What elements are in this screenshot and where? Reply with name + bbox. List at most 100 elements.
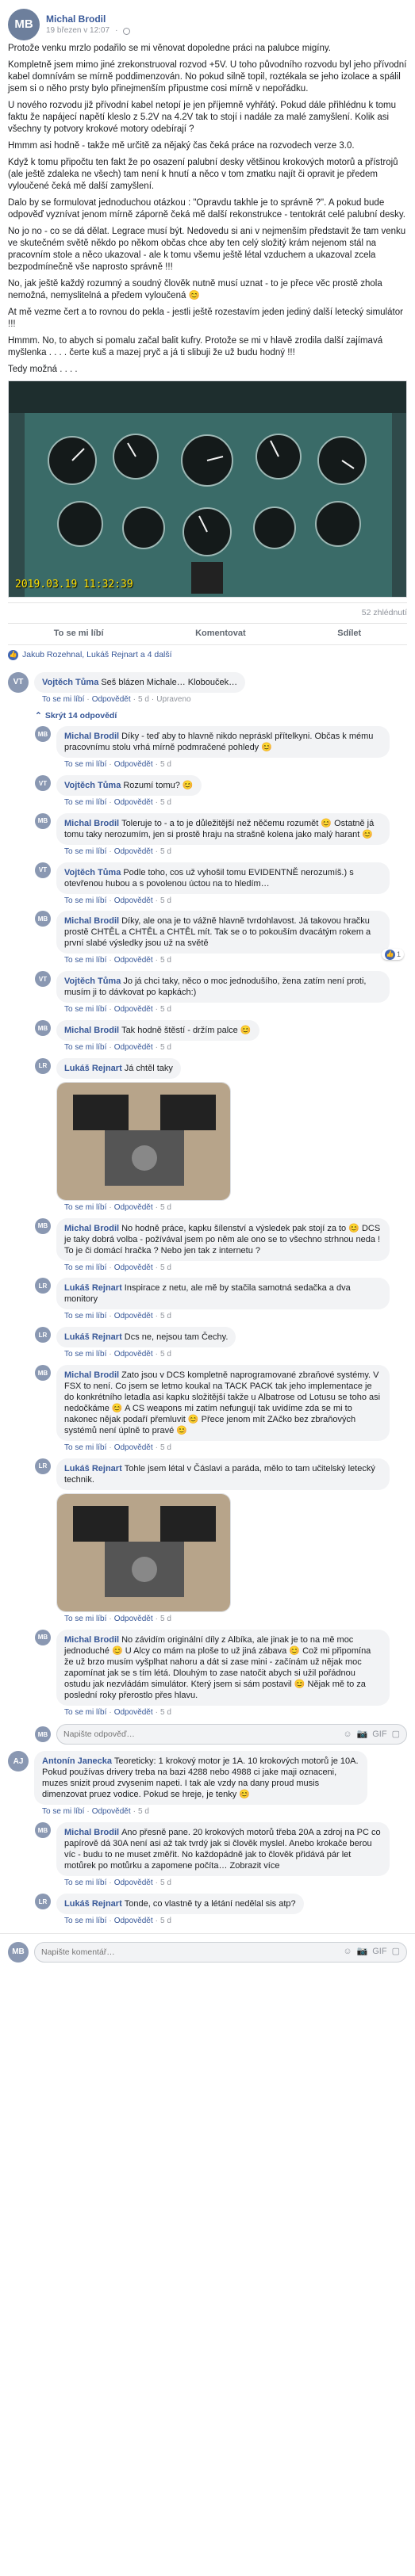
comment-reply-link[interactable]: Odpovědět bbox=[114, 798, 153, 807]
reaction-count[interactable]: 👍 1 bbox=[381, 949, 404, 961]
camera-icon[interactable]: 📷 bbox=[357, 1729, 368, 1741]
likes-text[interactable]: Jakub Rozehnal, Lukáš Rejnart a 4 další bbox=[22, 649, 172, 660]
comment-reply-link[interactable]: Odpovědět bbox=[114, 847, 153, 856]
commenter-name[interactable]: Michal Brodil bbox=[64, 1370, 119, 1380]
likes-summary[interactable]: 👍 Jakub Rozehnal, Lukáš Rejnart a 4 dalš… bbox=[8, 645, 407, 664]
commenter-name[interactable]: Michal Brodil bbox=[64, 1026, 119, 1035]
post-photo[interactable]: 2019.03.19 11:32:39 bbox=[8, 380, 407, 598]
comment-reply-link[interactable]: Odpovědět bbox=[114, 1005, 153, 1014]
comment-reply-link[interactable]: Odpovědět bbox=[114, 896, 153, 905]
hide-replies-toggle[interactable]: ⌃ Skrýt 14 odpovědí bbox=[35, 710, 407, 721]
comment-like-link[interactable]: To se mi líbí bbox=[64, 956, 106, 965]
emoji-icon[interactable]: ☺ bbox=[343, 1729, 352, 1741]
comment-like-link[interactable]: To se mi líbí bbox=[42, 695, 84, 704]
commenter-name[interactable]: Antonín Janecka bbox=[42, 1756, 112, 1766]
comment-time[interactable]: 5 d bbox=[160, 1443, 171, 1452]
comment-like-link[interactable]: To se mi líbí bbox=[42, 1807, 84, 1816]
comment-reply-link[interactable]: Odpovědět bbox=[114, 1615, 153, 1623]
comment-time[interactable]: 5 d bbox=[160, 1878, 171, 1887]
comment-reply-link[interactable]: Odpovědět bbox=[114, 1203, 153, 1212]
comment-reply-link[interactable]: Odpovědět bbox=[114, 1443, 153, 1452]
comment-reply-link[interactable]: Odpovědět bbox=[114, 1263, 153, 1272]
comment-like-link[interactable]: To se mi líbí bbox=[64, 896, 106, 905]
comment-time[interactable]: 5 d bbox=[160, 760, 171, 769]
commenter-avatar[interactable]: MB bbox=[35, 911, 51, 927]
comment-button[interactable]: Komentovat bbox=[195, 628, 246, 640]
commenter-avatar[interactable]: MB bbox=[35, 1020, 51, 1037]
post-timestamp[interactable]: 19 březen v 12:07 bbox=[46, 25, 110, 36]
commenter-avatar[interactable]: LR bbox=[35, 1894, 51, 1910]
comment-like-link[interactable]: To se mi líbí bbox=[64, 1443, 106, 1452]
sticker-icon[interactable]: ▢ bbox=[392, 1729, 400, 1741]
comment-like-link[interactable]: To se mi líbí bbox=[64, 1708, 106, 1717]
commenter-name[interactable]: Lukáš Rejnart bbox=[64, 1064, 122, 1073]
comment-reply-link[interactable]: Odpovědět bbox=[114, 956, 153, 965]
comment-reply-link[interactable]: Odpovědět bbox=[114, 1350, 153, 1359]
comment-time[interactable]: 5 d bbox=[160, 1203, 171, 1212]
comment-input[interactable]: ☺ 📷 GIF ▢ bbox=[34, 1941, 407, 1963]
comment-time[interactable]: 5 d bbox=[138, 695, 149, 704]
like-button[interactable]: To se mi líbí bbox=[54, 628, 104, 640]
comment-input-field[interactable] bbox=[41, 1947, 344, 1957]
comment-like-link[interactable]: To se mi líbí bbox=[64, 1005, 106, 1014]
comment-like-link[interactable]: To se mi líbí bbox=[64, 1917, 106, 1925]
comment-like-link[interactable]: To se mi líbí bbox=[64, 1263, 106, 1272]
commenter-name[interactable]: Vojtěch Tůma bbox=[64, 781, 121, 790]
comment-like-link[interactable]: To se mi líbí bbox=[64, 847, 106, 856]
comment-like-link[interactable]: To se mi líbí bbox=[64, 798, 106, 807]
comment-time[interactable]: 5 d bbox=[160, 1708, 171, 1717]
camera-icon[interactable]: 📷 bbox=[357, 1946, 368, 1958]
commenter-avatar[interactable]: MB bbox=[35, 1217, 51, 1234]
commenter-avatar[interactable]: LR bbox=[35, 1458, 51, 1474]
commenter-avatar[interactable]: MB bbox=[35, 1365, 51, 1382]
gif-icon[interactable]: GIF bbox=[372, 1729, 386, 1741]
comment-photo[interactable] bbox=[56, 1492, 231, 1612]
commenter-avatar[interactable]: VT bbox=[35, 971, 51, 988]
comment-time[interactable]: 5 d bbox=[160, 1043, 171, 1052]
comment-time[interactable]: 5 d bbox=[138, 1807, 149, 1816]
comment-time[interactable]: 5 d bbox=[160, 1350, 171, 1359]
commenter-name[interactable]: Lukáš Rejnart bbox=[64, 1899, 122, 1909]
reply-input-field[interactable] bbox=[63, 1729, 344, 1740]
comment-time[interactable]: 5 d bbox=[160, 1917, 171, 1925]
comment-time[interactable]: 5 d bbox=[160, 1312, 171, 1320]
comment-reply-link[interactable]: Odpovědět bbox=[114, 760, 153, 769]
commenter-avatar[interactable]: MB bbox=[35, 1822, 51, 1839]
commenter-avatar[interactable]: LR bbox=[35, 1327, 51, 1343]
comment-like-link[interactable]: To se mi líbí bbox=[64, 1350, 106, 1359]
commenter-name[interactable]: Michal Brodil bbox=[64, 732, 119, 741]
views-count[interactable]: 52 zhlédnutí bbox=[362, 607, 407, 618]
commenter-avatar[interactable]: MB bbox=[35, 1629, 51, 1645]
comment-like-link[interactable]: To se mi líbí bbox=[64, 1615, 106, 1623]
comment-time[interactable]: 5 d bbox=[160, 1615, 171, 1623]
commenter-name[interactable]: Michal Brodil bbox=[64, 1224, 119, 1233]
commenter-name[interactable]: Michal Brodil bbox=[64, 819, 119, 828]
comment-time[interactable]: 5 d bbox=[160, 847, 171, 856]
comment-time[interactable]: 5 d bbox=[160, 896, 171, 905]
commenter-name[interactable]: Lukáš Rejnart bbox=[64, 1283, 122, 1293]
commenter-avatar[interactable]: LR bbox=[35, 1278, 51, 1294]
commenter-avatar[interactable]: VT bbox=[35, 862, 51, 878]
emoji-icon[interactable]: ☺ bbox=[343, 1946, 352, 1958]
commenter-avatar[interactable]: MB bbox=[35, 726, 51, 743]
reply-input[interactable]: ☺ 📷 GIF ▢ bbox=[56, 1724, 407, 1745]
commenter-avatar[interactable]: VT bbox=[8, 672, 29, 693]
comment-time[interactable]: 5 d bbox=[160, 956, 171, 965]
commenter-name[interactable]: Michal Brodil bbox=[64, 916, 119, 926]
comment-like-link[interactable]: To se mi líbí bbox=[64, 1312, 106, 1320]
comment-reply-link[interactable]: Odpovědět bbox=[114, 1917, 153, 1925]
comment-photo[interactable] bbox=[56, 1081, 231, 1201]
commenter-avatar[interactable]: VT bbox=[35, 775, 51, 792]
commenter-avatar[interactable]: MB bbox=[35, 812, 51, 829]
gif-icon[interactable]: GIF bbox=[372, 1946, 386, 1958]
comment-reply-link[interactable]: Odpovědět bbox=[92, 1807, 131, 1816]
edited-label[interactable]: Upraveno bbox=[156, 695, 190, 704]
commenter-name[interactable]: Michal Brodil bbox=[64, 1828, 119, 1837]
commenter-name[interactable]: Vojtěch Tůma bbox=[64, 977, 121, 986]
comment-like-link[interactable]: To se mi líbí bbox=[64, 760, 106, 769]
commenter-name[interactable]: Vojtěch Tůma bbox=[42, 678, 98, 687]
comment-like-link[interactable]: To se mi líbí bbox=[64, 1043, 106, 1052]
hide-replies-label[interactable]: Skrýt 14 odpovědí bbox=[45, 710, 117, 721]
comment-like-link[interactable]: To se mi líbí bbox=[64, 1203, 106, 1212]
comment-time[interactable]: 5 d bbox=[160, 1263, 171, 1272]
